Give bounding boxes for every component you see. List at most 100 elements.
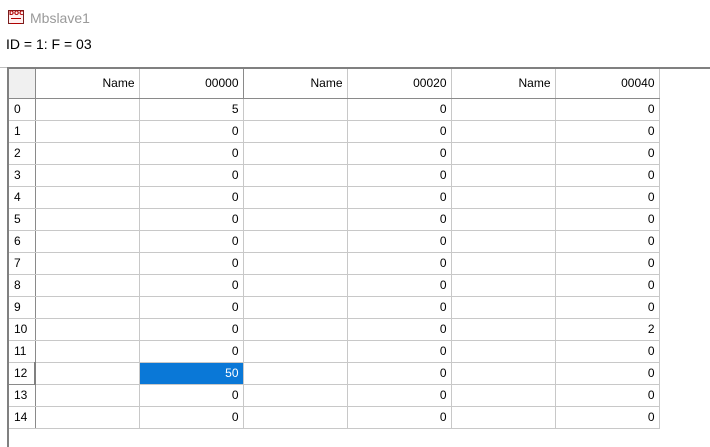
name-cell[interactable] bbox=[451, 98, 556, 121]
name-cell[interactable] bbox=[35, 296, 140, 319]
register-value-cell[interactable]: 0 bbox=[555, 274, 660, 297]
name-cell[interactable] bbox=[35, 208, 140, 231]
register-value-cell[interactable]: 0 bbox=[555, 296, 660, 319]
name-cell[interactable] bbox=[243, 296, 348, 319]
name-cell[interactable] bbox=[35, 186, 140, 209]
register-value-cell[interactable]: 0 bbox=[139, 406, 244, 429]
register-value-cell[interactable]: 0 bbox=[555, 186, 660, 209]
register-value-cell[interactable]: 0 bbox=[139, 274, 244, 297]
name-cell[interactable] bbox=[451, 186, 556, 209]
column-header-name[interactable]: Name bbox=[243, 69, 348, 99]
register-value-cell[interactable]: 0 bbox=[139, 186, 244, 209]
name-cell[interactable] bbox=[35, 142, 140, 165]
row-header[interactable]: 6 bbox=[9, 230, 36, 253]
register-value-cell[interactable]: 0 bbox=[555, 98, 660, 121]
row-header[interactable]: 13 bbox=[9, 384, 36, 407]
register-value-cell[interactable]: 0 bbox=[347, 274, 452, 297]
name-cell[interactable] bbox=[451, 362, 556, 385]
register-value-cell[interactable]: 0 bbox=[555, 362, 660, 385]
name-cell[interactable] bbox=[451, 318, 556, 341]
register-value-cell[interactable]: 0 bbox=[139, 142, 244, 165]
row-header[interactable]: 14 bbox=[9, 406, 36, 429]
name-cell[interactable] bbox=[35, 164, 140, 187]
register-value-cell[interactable]: 0 bbox=[347, 186, 452, 209]
name-cell[interactable] bbox=[243, 208, 348, 231]
register-value-cell[interactable]: 0 bbox=[347, 142, 452, 165]
name-cell[interactable] bbox=[243, 142, 348, 165]
name-cell[interactable] bbox=[35, 274, 140, 297]
name-cell[interactable] bbox=[35, 230, 140, 253]
register-value-cell[interactable]: 0 bbox=[347, 164, 452, 187]
name-cell[interactable] bbox=[35, 318, 140, 341]
name-cell[interactable] bbox=[451, 120, 556, 143]
register-value-cell[interactable]: 0 bbox=[139, 120, 244, 143]
row-header[interactable]: 8 bbox=[9, 274, 36, 297]
register-value-cell[interactable]: 0 bbox=[555, 406, 660, 429]
column-header-address[interactable]: 00040 bbox=[555, 69, 660, 99]
name-cell[interactable] bbox=[451, 208, 556, 231]
register-value-cell[interactable]: 0 bbox=[347, 340, 452, 363]
row-header[interactable]: 0 bbox=[9, 98, 36, 121]
name-cell[interactable] bbox=[35, 340, 140, 363]
register-value-cell[interactable]: 0 bbox=[347, 230, 452, 253]
register-value-cell[interactable]: 0 bbox=[555, 230, 660, 253]
row-header[interactable]: 3 bbox=[9, 164, 36, 187]
row-header[interactable]: 10 bbox=[9, 318, 36, 341]
register-value-cell[interactable]: 0 bbox=[555, 252, 660, 275]
register-value-cell[interactable]: 0 bbox=[347, 120, 452, 143]
name-cell[interactable] bbox=[243, 164, 348, 187]
register-value-cell[interactable]: 0 bbox=[347, 406, 452, 429]
name-cell[interactable] bbox=[35, 384, 140, 407]
register-value-cell[interactable]: 2 bbox=[555, 318, 660, 341]
register-value-cell[interactable]: 0 bbox=[139, 296, 244, 319]
row-header[interactable]: 1 bbox=[9, 120, 36, 143]
name-cell[interactable] bbox=[451, 252, 556, 275]
row-header[interactable]: 2 bbox=[9, 142, 36, 165]
register-value-cell[interactable]: 0 bbox=[555, 164, 660, 187]
name-cell[interactable] bbox=[243, 120, 348, 143]
name-cell[interactable] bbox=[35, 120, 140, 143]
name-cell[interactable] bbox=[243, 98, 348, 121]
name-cell[interactable] bbox=[451, 340, 556, 363]
row-header[interactable]: 4 bbox=[9, 186, 36, 209]
register-value-cell[interactable]: 0 bbox=[139, 230, 244, 253]
register-value-cell[interactable]: 0 bbox=[347, 384, 452, 407]
register-value-cell[interactable]: 50 bbox=[139, 362, 244, 385]
name-cell[interactable] bbox=[451, 296, 556, 319]
column-header-name[interactable]: Name bbox=[35, 69, 140, 99]
register-value-cell[interactable]: 0 bbox=[139, 164, 244, 187]
name-cell[interactable] bbox=[243, 318, 348, 341]
name-cell[interactable] bbox=[451, 230, 556, 253]
register-value-cell[interactable]: 0 bbox=[139, 384, 244, 407]
name-cell[interactable] bbox=[243, 340, 348, 363]
register-value-cell[interactable]: 0 bbox=[555, 384, 660, 407]
register-value-cell[interactable]: 0 bbox=[347, 252, 452, 275]
name-cell[interactable] bbox=[35, 406, 140, 429]
register-value-cell[interactable]: 0 bbox=[347, 296, 452, 319]
name-cell[interactable] bbox=[243, 406, 348, 429]
register-value-cell[interactable]: 0 bbox=[347, 98, 452, 121]
column-header-address[interactable]: 00000 bbox=[138, 69, 244, 99]
corner-cell[interactable] bbox=[9, 69, 36, 99]
row-header[interactable]: 7 bbox=[9, 252, 36, 275]
name-cell[interactable] bbox=[243, 186, 348, 209]
column-header-address[interactable]: 00020 bbox=[347, 69, 452, 99]
name-cell[interactable] bbox=[243, 252, 348, 275]
register-value-cell[interactable]: 0 bbox=[347, 362, 452, 385]
register-value-cell[interactable]: 0 bbox=[139, 340, 244, 363]
name-cell[interactable] bbox=[451, 406, 556, 429]
name-cell[interactable] bbox=[243, 362, 348, 385]
register-value-cell[interactable]: 0 bbox=[555, 120, 660, 143]
row-header[interactable]: 12 bbox=[9, 361, 36, 385]
row-header[interactable]: 5 bbox=[9, 208, 36, 231]
register-value-cell[interactable]: 0 bbox=[555, 142, 660, 165]
register-value-cell[interactable]: 0 bbox=[139, 208, 244, 231]
name-cell[interactable] bbox=[451, 384, 556, 407]
name-cell[interactable] bbox=[243, 230, 348, 253]
name-cell[interactable] bbox=[35, 98, 140, 121]
register-value-cell[interactable]: 0 bbox=[555, 340, 660, 363]
name-cell[interactable] bbox=[35, 252, 140, 275]
name-cell[interactable] bbox=[451, 142, 556, 165]
name-cell[interactable] bbox=[451, 274, 556, 297]
register-value-cell[interactable]: 0 bbox=[139, 252, 244, 275]
